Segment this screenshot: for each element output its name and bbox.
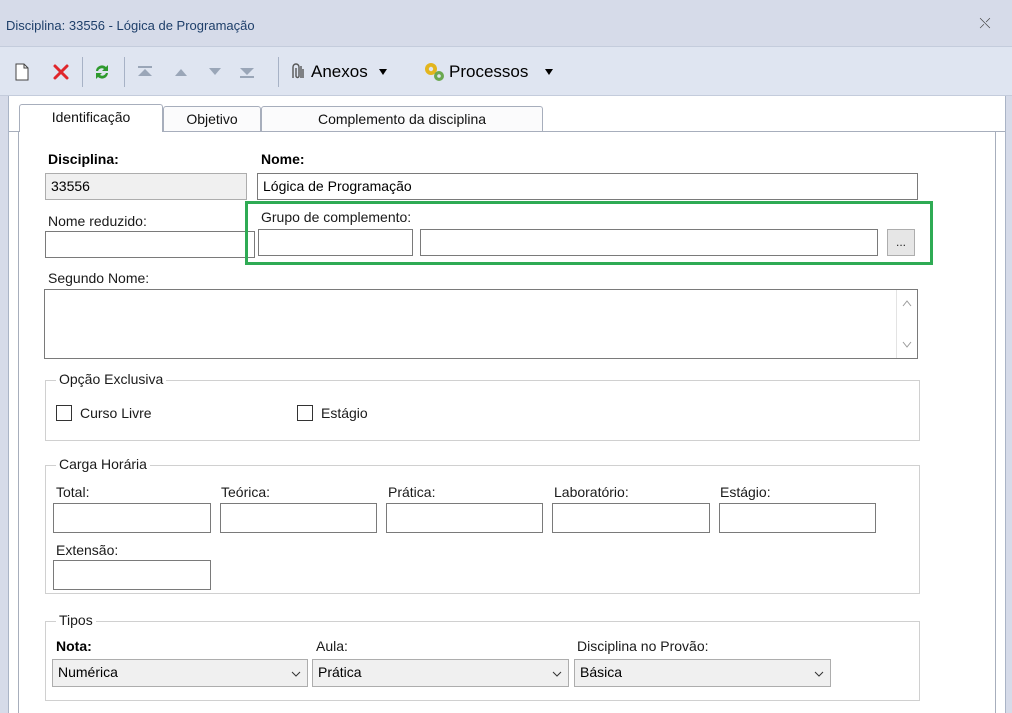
paperclip-icon: [292, 63, 304, 79]
toolbar-separator: [124, 57, 125, 87]
scroll-arrows-icon: [902, 300, 912, 348]
toolbar-separator: [82, 57, 83, 87]
extensao-label: Extensão:: [56, 542, 119, 558]
aula-select[interactable]: Prática: [312, 659, 569, 687]
opcao-exclusiva-group: [45, 380, 920, 441]
grupo-complemento-highlight: [245, 201, 933, 265]
next-record-icon[interactable]: [204, 61, 226, 83]
gear-process-icon: [425, 63, 444, 81]
refresh-icon[interactable]: [90, 61, 114, 83]
aula-label: Aula:: [316, 638, 348, 654]
tab-objetivo[interactable]: Objetivo: [163, 106, 261, 132]
disciplina-provao-value: Básica: [580, 664, 623, 680]
total-label: Total:: [56, 484, 90, 500]
title-bar: Disciplina: 33556 - Lógica de Programaçã…: [0, 0, 1012, 44]
nome-field[interactable]: Lógica de Programação: [257, 173, 918, 200]
extensao-field[interactable]: [53, 560, 211, 590]
estagio-ch-field[interactable]: [719, 503, 876, 533]
total-field[interactable]: [53, 503, 211, 533]
estagio-label: Estágio: [321, 405, 368, 421]
teorica-field[interactable]: [220, 503, 377, 533]
tab-identificacao[interactable]: Identificação: [19, 104, 163, 132]
toolbar-separator: [278, 57, 279, 87]
segundo-nome-label: Segundo Nome:: [48, 270, 150, 286]
delete-icon[interactable]: [50, 61, 72, 83]
nota-label: Nota:: [56, 638, 92, 654]
processos-label: Processos: [449, 62, 529, 81]
dropdown-arrow-icon: [378, 69, 387, 75]
disciplina-field[interactable]: 33556: [45, 173, 247, 200]
nome-reduzido-field[interactable]: [45, 231, 255, 258]
first-record-icon[interactable]: [134, 61, 156, 83]
carga-horaria-title: Carga Horária: [56, 456, 150, 472]
tab-strip: Identificação Objetivo Complemento da di…: [9, 96, 1005, 132]
laboratorio-field[interactable]: [552, 503, 710, 533]
laboratorio-label: Laboratório:: [554, 484, 629, 500]
teorica-label: Teórica:: [221, 484, 271, 500]
segundo-nome-textarea[interactable]: [44, 289, 918, 359]
disciplina-provao-select[interactable]: Básica: [574, 659, 831, 687]
last-record-icon[interactable]: [236, 61, 258, 83]
processos-button[interactable]: Processos: [422, 61, 572, 83]
tipos-title: Tipos: [56, 612, 96, 628]
close-icon[interactable]: ⤬: [976, 14, 994, 32]
tab-complemento[interactable]: Complemento da disciplina: [261, 106, 543, 132]
dropdown-arrow-icon: [545, 69, 554, 75]
curso-livre-label: Curso Livre: [80, 405, 152, 421]
new-document-icon[interactable]: [12, 61, 32, 83]
chevron-down-icon: [291, 671, 301, 677]
disciplina-provao-label: Disciplina no Provão:: [577, 638, 709, 654]
nota-select[interactable]: Numérica: [52, 659, 308, 687]
chevron-down-icon: [814, 671, 824, 677]
chevron-down-icon: [552, 671, 562, 677]
aula-value: Prática: [318, 664, 362, 680]
curso-livre-checkbox[interactable]: [56, 405, 72, 421]
anexos-label: Anexos: [311, 62, 368, 81]
opcao-exclusiva-title: Opção Exclusiva: [56, 371, 167, 387]
anexos-button[interactable]: Anexos: [288, 61, 413, 83]
segundo-nome-scrollbar[interactable]: [896, 290, 917, 358]
pratica-label: Prática:: [388, 484, 436, 500]
nota-value: Numérica: [58, 664, 118, 680]
pratica-field[interactable]: [386, 503, 543, 533]
estagio-checkbox[interactable]: [297, 405, 313, 421]
toolbar: Anexos Processos: [0, 46, 1012, 96]
estagio-ch-label: Estágio:: [720, 484, 771, 500]
disciplina-label: Disciplina:: [48, 151, 119, 167]
nome-reduzido-label: Nome reduzido:: [48, 213, 147, 229]
nome-label: Nome:: [261, 151, 305, 167]
window-title: Disciplina: 33556 - Lógica de Programaçã…: [6, 18, 255, 33]
previous-record-icon[interactable]: [170, 61, 192, 83]
